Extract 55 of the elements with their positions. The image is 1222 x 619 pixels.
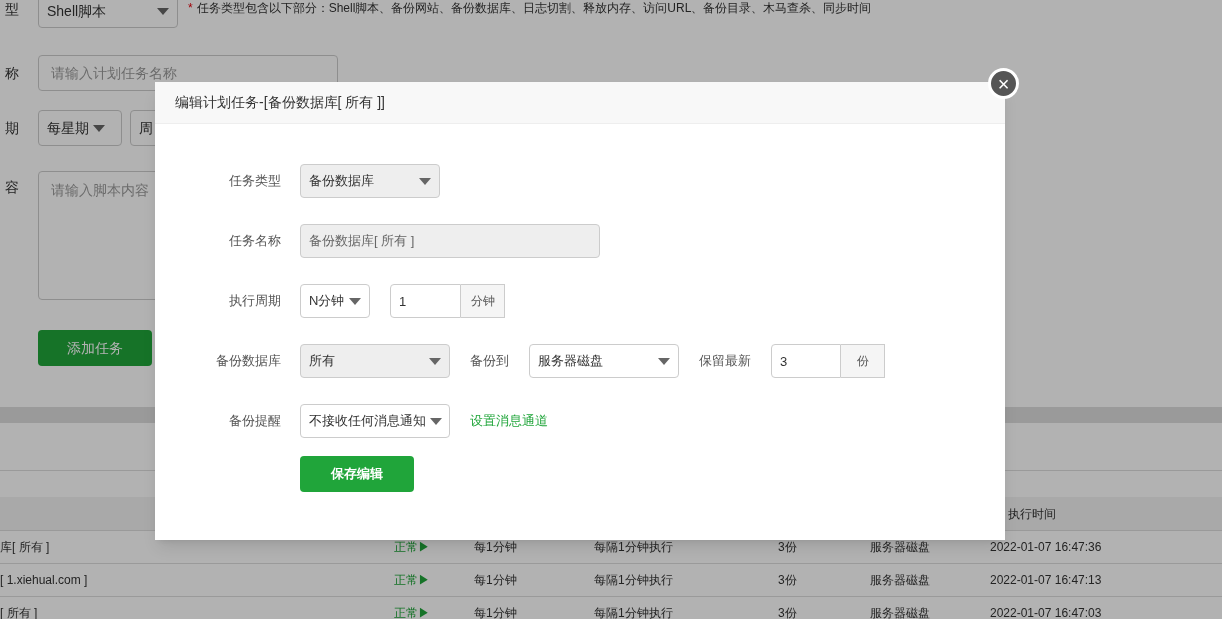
field-label: 任务类型: [228, 172, 281, 191]
number-input[interactable]: 3: [771, 344, 841, 378]
field-label: 称: [4, 63, 20, 83]
field-label: 备份数据库: [215, 352, 281, 371]
field-label: 保留最新: [699, 352, 751, 371]
column-header: 执行时间: [1008, 505, 1057, 523]
table-cell-text: 每隔1分钟执行: [594, 572, 674, 589]
required-mark: *: [188, 0, 193, 17]
table-cell-text: 每隔1分钟执行: [594, 539, 674, 556]
table-cell-text: 3份: [778, 539, 798, 556]
type-select[interactable]: Shell脚本: [38, 0, 178, 28]
unit-addon: 分钟: [461, 284, 505, 318]
select-field[interactable]: N分钟: [300, 284, 370, 318]
caret-icon: [430, 417, 442, 425]
table-cell-text: 每1分钟: [474, 539, 518, 556]
table-cell-text: 服务器磁盘: [870, 572, 931, 589]
caret-icon: [658, 357, 670, 365]
table-cell-text: 每隔1分钟执行: [594, 605, 674, 619]
period-select[interactable]: 每星期: [38, 110, 122, 146]
table-cell-text: 服务器磁盘: [870, 605, 931, 619]
select-field[interactable]: 服务器磁盘: [529, 344, 679, 378]
field-label: 备份到: [470, 352, 509, 371]
field-label: 型: [4, 0, 20, 19]
table-cell-text: 2022-01-07 16:47:36: [990, 539, 1103, 556]
field-label: 容: [4, 178, 20, 197]
caret-icon: [157, 7, 169, 15]
close-button[interactable]: ×: [988, 68, 1019, 99]
field-label: 备份提醒: [228, 412, 281, 431]
caret-icon: [93, 124, 105, 132]
caret-icon: [419, 177, 431, 185]
table-cell-text: 2022-01-07 16:47:03: [990, 605, 1103, 619]
select-field[interactable]: 不接收任何消息通知: [300, 404, 450, 438]
field-label: 执行周期: [228, 292, 281, 311]
number-input[interactable]: 1: [390, 284, 461, 318]
dialog-title: 编辑计划任务-[备份数据库[ 所有 ]]: [175, 93, 385, 112]
status-text: 正常▶: [394, 572, 431, 589]
field-label: 任务名称: [228, 232, 281, 251]
table-cell-text: 2022-01-07 16:47:13: [990, 572, 1103, 589]
table-row[interactable]: [ 所有 ] 正常▶ 每1分钟 每隔1分钟执行 3份 服务器磁盘 2022-01-07 16:47:03: [0, 597, 1222, 619]
status-text: 正常▶: [394, 605, 431, 619]
table-cell-text: 库[ 所有 ]: [0, 539, 51, 556]
field-label: 期: [4, 118, 20, 138]
table-cell-text: 3份: [778, 605, 798, 619]
table-cell-text: 服务器磁盘: [870, 539, 931, 556]
status-text: 正常▶: [394, 539, 431, 556]
table-cell-text: [ 1.xiehual.com ]: [0, 572, 89, 589]
unit-addon: 份: [841, 344, 885, 378]
table-cell-text: 3份: [778, 572, 798, 589]
hint-text: 任务类型包含以下部分：Shell脚本、备份网站、备份数据库、日志切割、释放内存、访问URL、备份目录、木马查杀、同步时间: [196, 0, 872, 17]
caret-icon: [349, 297, 361, 305]
table-cell-text: 每1分钟: [474, 572, 518, 589]
table-cell-text: 每1分钟: [474, 605, 518, 619]
table-cell-text: [ 所有 ]: [0, 605, 39, 619]
caret-icon: [429, 357, 441, 365]
table-row[interactable]: [ 1.xiehual.com ] 正常▶ 每1分钟 每隔1分钟执行 3份 服务器磁盘 2022-01-07 16:47:13: [0, 564, 1222, 597]
